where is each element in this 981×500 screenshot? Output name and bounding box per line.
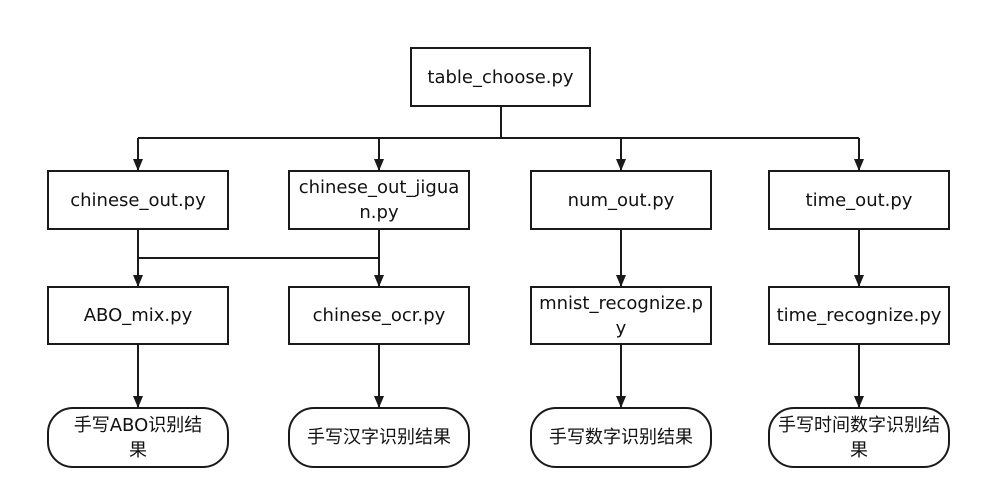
flowchart-canvas: table_choose.py chinese_out.py chinese_o… — [0, 0, 981, 500]
abo-mix-node: ABO_mix.py — [47, 286, 229, 345]
shuzi-result-node: 手写数字识别结果 — [530, 407, 712, 468]
chinese-out-jiguan-node: chinese_out_jiguan.py — [288, 170, 470, 230]
time-recognize-node: time_recognize.py — [768, 286, 950, 345]
abo-result-node: 手写ABO识别结果 — [47, 407, 229, 468]
time-result-node: 手写时间数字识别结果 — [768, 407, 950, 468]
time-out-node: time_out.py — [768, 170, 950, 230]
hanzi-result-node: 手写汉字识别结果 — [288, 407, 470, 468]
num-out-node: num_out.py — [530, 170, 712, 230]
chinese-ocr-node: chinese_ocr.py — [288, 286, 470, 345]
table-choose-node: table_choose.py — [410, 47, 591, 107]
chinese-out-node: chinese_out.py — [47, 170, 229, 230]
mnist-recognize-node: mnist_recognize.py — [530, 286, 712, 345]
